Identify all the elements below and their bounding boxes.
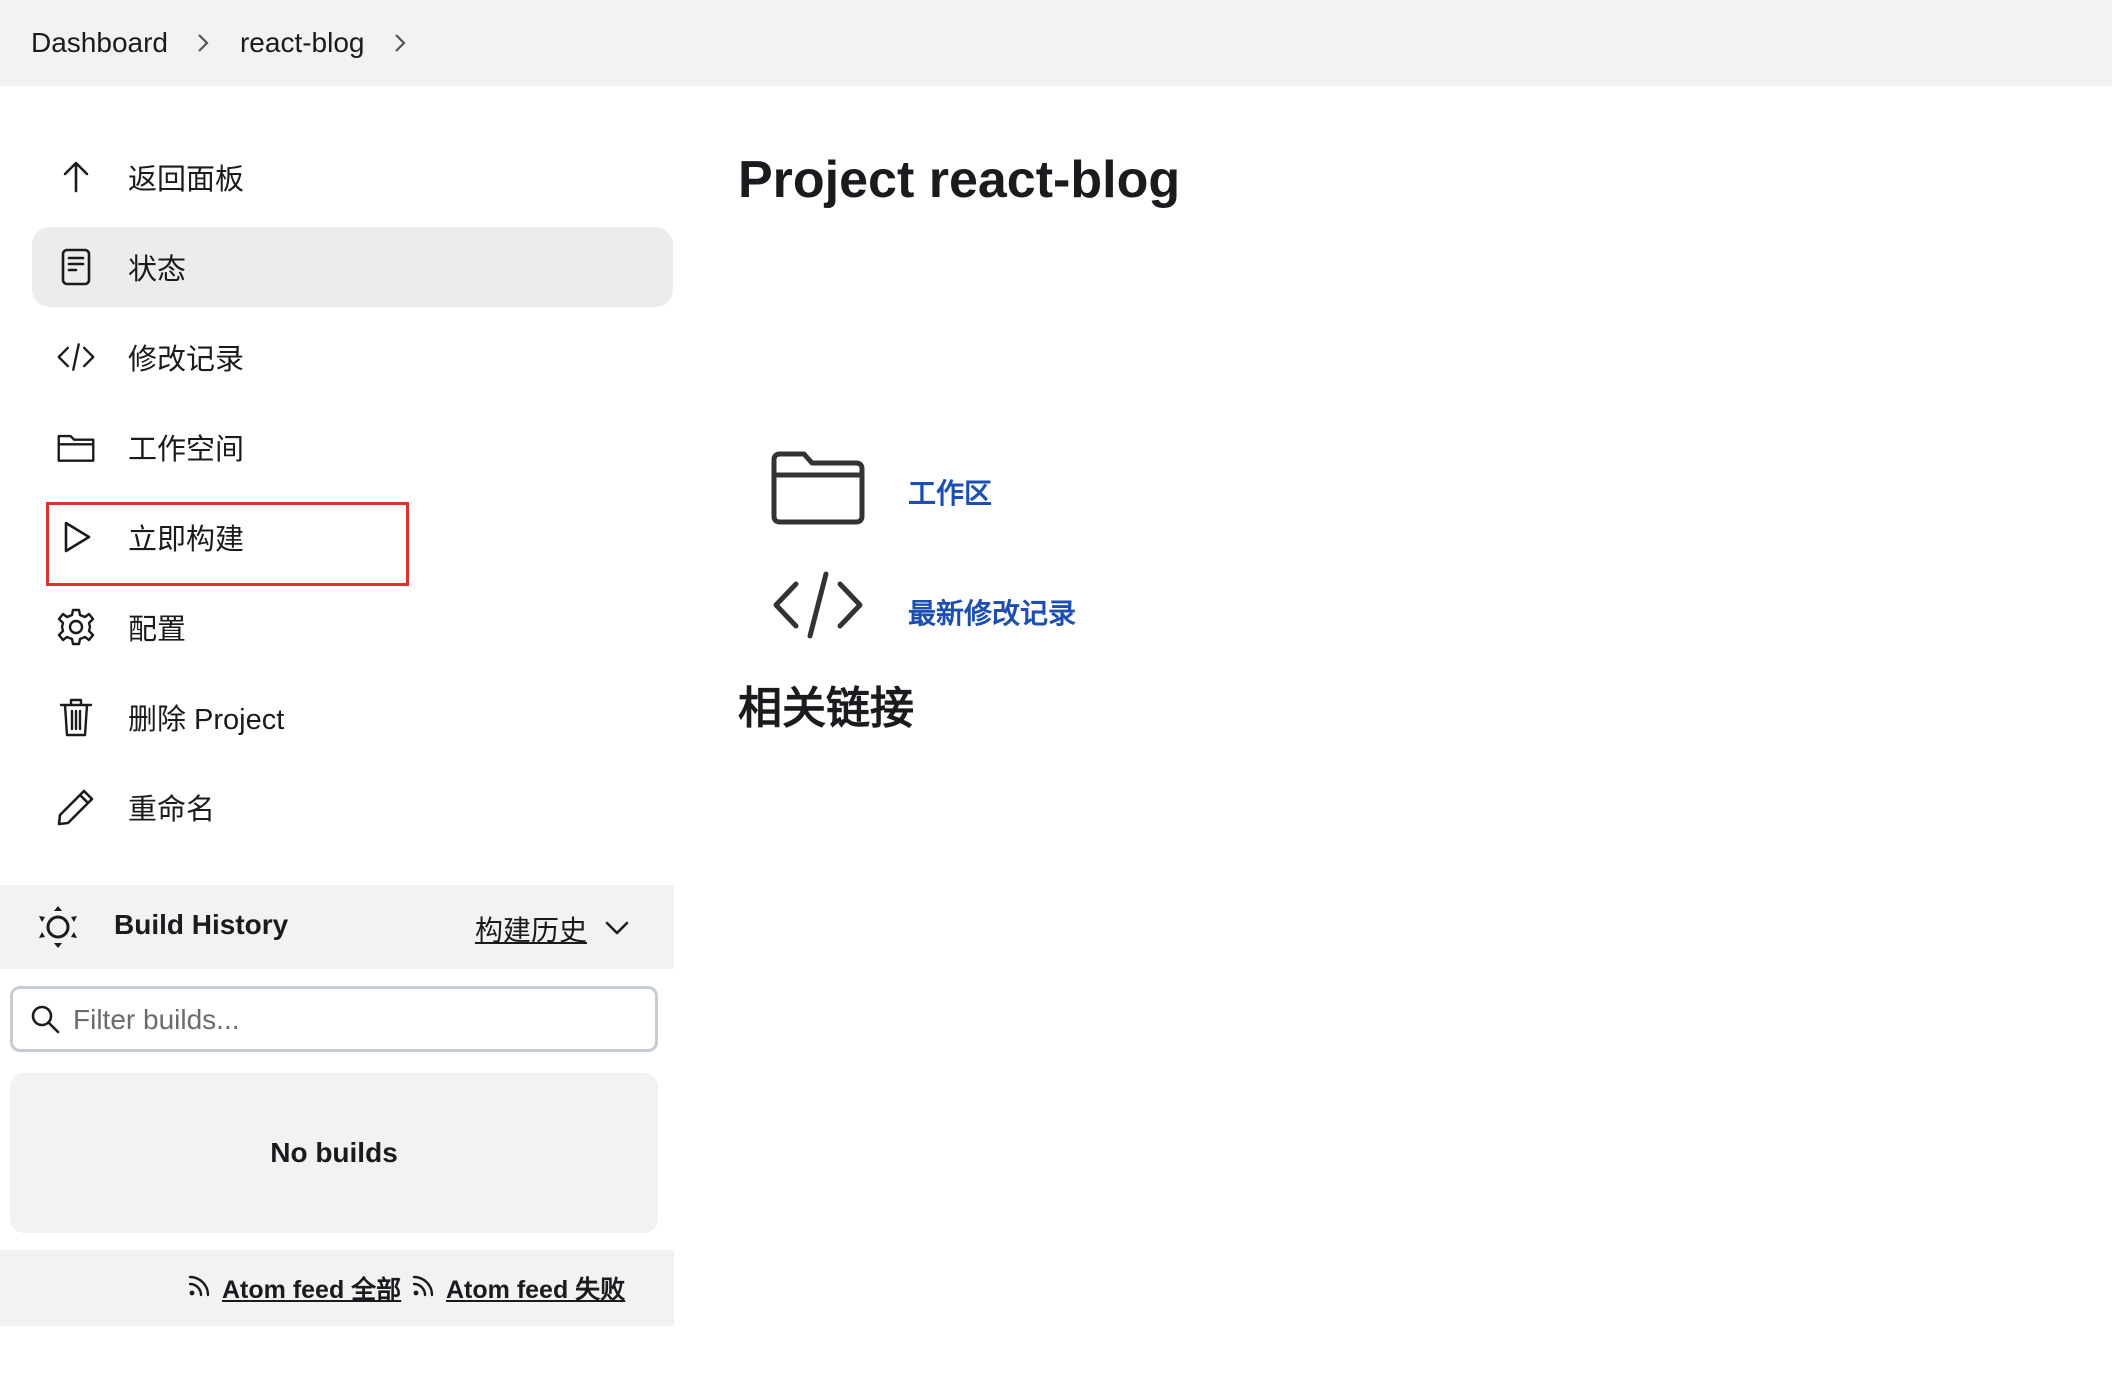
workspace-link-row: 工作区 <box>770 450 1170 531</box>
atom-feed-all-label: Atom feed 全部 <box>222 1276 402 1304</box>
related-links-heading: 相关链接 <box>738 684 914 733</box>
no-builds-panel: No builds <box>10 1073 658 1233</box>
sidebar-item-configure[interactable]: 配置 <box>32 587 673 667</box>
workspace-link[interactable]: 工作区 <box>908 472 992 512</box>
highlight-box <box>46 502 409 586</box>
document-icon <box>56 247 96 287</box>
search-icon <box>29 1003 61 1035</box>
no-builds-text: No builds <box>270 1137 398 1168</box>
filter-builds-input[interactable] <box>71 997 635 1043</box>
arrow-up-icon <box>56 157 96 197</box>
chevron-down-icon[interactable] <box>600 911 634 945</box>
sidebar-item-label: 修改记录 <box>128 344 245 376</box>
latest-changes-link[interactable]: 最新修改记录 <box>908 592 1076 632</box>
chevron-right-icon[interactable] <box>188 28 218 58</box>
changes-link-row: 最新修改记录 <box>770 570 1170 645</box>
filter-builds-field[interactable] <box>10 986 658 1052</box>
sidebar-item-label: 工作空间 <box>128 434 245 466</box>
sidebar-item-label: 删除 Project <box>128 704 285 736</box>
build-history-title: Build History <box>114 909 289 940</box>
sidebar-item-label: 配置 <box>128 614 187 646</box>
rss-icon <box>410 1271 438 1306</box>
page-title: Project react-blog <box>738 151 1181 209</box>
code-icon <box>770 570 866 645</box>
atom-feed-failed-link[interactable]: Atom feed 失败 <box>410 1270 625 1306</box>
breadcrumb-dashboard[interactable]: Dashboard <box>31 27 168 59</box>
code-icon <box>56 337 96 377</box>
sidebar-item-workspace[interactable]: 工作空间 <box>32 407 673 487</box>
atom-feed-failed-label: Atom feed 失败 <box>446 1276 626 1304</box>
sidebar-item-changes[interactable]: 修改记录 <box>32 317 673 397</box>
sidebar-item-rename[interactable]: 重命名 <box>32 767 673 847</box>
folder-icon <box>56 427 96 467</box>
pencil-icon <box>56 787 96 827</box>
sidebar-item-label: 状态 <box>128 254 187 286</box>
build-history-header: Build History 构建历史 <box>0 885 674 969</box>
sidebar-item-delete[interactable]: 删除 Project <box>32 677 673 757</box>
sidebar-item-back[interactable]: 返回面板 <box>32 137 673 217</box>
feeds-bar: Atom feed 全部 Atom feed 失败 <box>0 1250 674 1326</box>
atom-feed-all-link[interactable]: Atom feed 全部 <box>186 1270 401 1306</box>
sidebar-item-status[interactable]: 状态 <box>32 227 673 307</box>
trash-icon <box>56 697 96 737</box>
sidebar-item-label: 重命名 <box>128 794 216 826</box>
breadcrumb-project[interactable]: react-blog <box>240 27 365 59</box>
folder-icon <box>770 450 866 531</box>
chevron-right-icon[interactable] <box>385 28 415 58</box>
gear-icon <box>56 607 96 647</box>
build-history-icon <box>34 903 82 951</box>
breadcrumb-bar: Dashboard react-blog <box>0 0 2112 86</box>
build-history-link[interactable]: 构建历史 <box>475 909 587 949</box>
sidebar-item-label: 返回面板 <box>128 164 245 196</box>
rss-icon <box>186 1271 214 1306</box>
